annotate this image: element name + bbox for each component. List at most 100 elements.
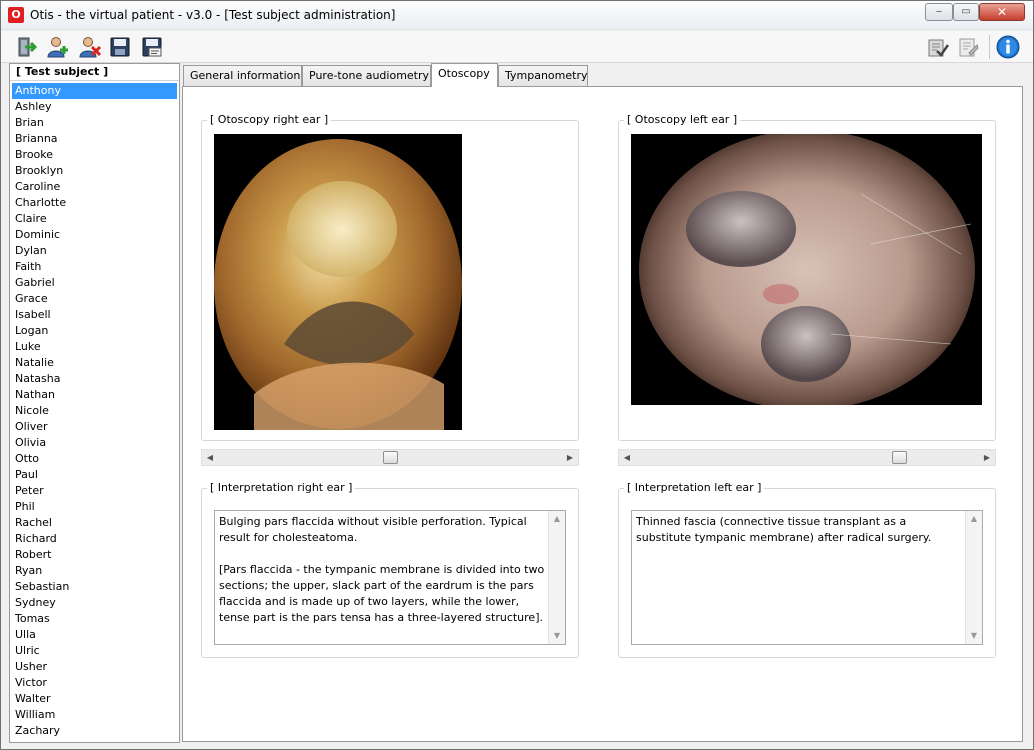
subject-list-item[interactable]: Rachel [12, 515, 177, 531]
subject-list-item[interactable]: Sydney [12, 595, 177, 611]
subject-list-item[interactable]: Gabriel [12, 275, 177, 291]
otoscopy-left-slider[interactable]: ◀ ▶ [618, 449, 996, 466]
subject-list-item[interactable]: Anthony [12, 83, 177, 99]
maximize-button[interactable]: ▭ [953, 3, 979, 21]
otoscopy-left-slider-thumb[interactable] [892, 451, 907, 464]
otoscopy-left-label: [ Otoscopy left ear ] [624, 113, 741, 126]
subject-list-item[interactable]: Peter [12, 483, 177, 499]
tab-otoscopy[interactable]: Otoscopy [431, 63, 498, 87]
remove-subject-button[interactable] [77, 34, 103, 60]
subject-list-item[interactable]: Ryan [12, 563, 177, 579]
tab-tympanometry[interactable]: Tympanometry [498, 65, 588, 87]
interpretation-left-paragraph: Thinned fascia (connective tissue transp… [636, 515, 932, 544]
tab-general-information[interactable]: General information [183, 65, 302, 87]
subject-list-item[interactable]: Phil [12, 499, 177, 515]
subject-list-item[interactable]: Ashley [12, 99, 177, 115]
close-button[interactable]: ✕ [979, 3, 1025, 21]
subject-list-item[interactable]: Natasha [12, 371, 177, 387]
subject-list-item[interactable]: Olivia [12, 435, 177, 451]
subject-list-item[interactable]: Faith [12, 259, 177, 275]
subject-list-item[interactable]: Zachary [12, 723, 177, 739]
subject-list-item[interactable]: Brian [12, 115, 177, 131]
scroll-up-arrow-icon[interactable]: ▲ [966, 511, 982, 527]
interpretation-right-group: [ Interpretation right ear ] Bulging par… [201, 481, 579, 658]
minimize-button[interactable]: ‒ [925, 3, 953, 21]
subject-panel: [ Test subject ] Anthony Ashley Brian Brian… [9, 63, 180, 743]
otoscopy-left-group: [ Otoscopy left ear ] [618, 113, 996, 441]
scroll-up-arrow-icon[interactable]: ▲ [549, 511, 565, 527]
toolbar-separator [989, 35, 990, 59]
scroll-down-arrow-icon[interactable]: ▼ [549, 628, 565, 644]
subject-list-item[interactable]: Charlotte [12, 195, 177, 211]
subject-list-item[interactable]: Otto [12, 451, 177, 467]
interpretation-right-label: [ Interpretation right ear ] [207, 481, 356, 494]
subject-list-item[interactable]: Brooke [12, 147, 177, 163]
interpretation-right-paragraph: [Pars flaccida - the tympanic membrane i… [219, 563, 545, 624]
subject-list-item[interactable]: Luke [12, 339, 177, 355]
scroll-down-arrow-icon[interactable]: ▼ [966, 628, 982, 644]
subject-list-item[interactable]: Dominic [12, 227, 177, 243]
otoscopy-right-image [214, 134, 462, 430]
subject-list-item[interactable]: Oliver [12, 419, 177, 435]
interpretation-right-text[interactable]: Bulging pars flaccida without visible pe… [214, 510, 566, 645]
interpretation-right-scrollbar[interactable]: ▲ ▼ [548, 511, 565, 644]
save-icon [110, 37, 130, 57]
toolbar [1, 31, 1033, 63]
subject-list-item[interactable]: Ulla [12, 627, 177, 643]
interpretation-left-label: [ Interpretation left ear ] [624, 481, 765, 494]
exit-icon [18, 37, 37, 57]
otoscopy-right-group: [ Otoscopy right ear ] [201, 113, 579, 441]
subject-list-item[interactable]: Grace [12, 291, 177, 307]
subject-list-item[interactable]: William [12, 707, 177, 723]
otoscopy-left-image [631, 134, 982, 405]
save-as-icon [142, 37, 162, 57]
edit-document-button[interactable] [955, 34, 981, 60]
slider-left-arrow-icon[interactable]: ◀ [202, 450, 218, 465]
interpretation-right-paragraph: Bulging pars flaccida without visible pe… [219, 515, 527, 544]
add-subject-button[interactable] [45, 34, 71, 60]
subject-list-item[interactable]: Caroline [12, 179, 177, 195]
info-icon [996, 35, 1020, 59]
slider-right-arrow-icon[interactable]: ▶ [562, 450, 578, 465]
app-logo-icon: O [8, 7, 24, 23]
slider-right-arrow-icon[interactable]: ▶ [979, 450, 995, 465]
info-button[interactable] [995, 34, 1021, 60]
subject-list-item[interactable]: Ulric [12, 643, 177, 659]
title-bar: O Otis - the virtual patient - v3.0 - [T… [1, 1, 1033, 30]
subject-list-item[interactable]: Tomas [12, 611, 177, 627]
otoscopy-panel: [ Otoscopy right ear ] [Otoscopy left e… [182, 86, 1023, 742]
subject-list-item[interactable]: Claire [12, 211, 177, 227]
add-user-icon [47, 37, 68, 58]
check-document-icon [928, 39, 949, 57]
otoscopy-right-slider-thumb[interactable] [383, 451, 398, 464]
interpretation-left-text[interactable]: Thinned fascia (connective tissue transp… [631, 510, 983, 645]
subject-list-item[interactable]: Logan [12, 323, 177, 339]
interpretation-left-scrollbar[interactable]: ▲ ▼ [965, 511, 982, 644]
subject-list-item[interactable]: Brianna [12, 131, 177, 147]
subject-list-item[interactable]: Nathan [12, 387, 177, 403]
subject-list-item[interactable]: Walter [12, 691, 177, 707]
subject-list-item[interactable]: Dylan [12, 243, 177, 259]
subject-list-item[interactable]: Natalie [12, 355, 177, 371]
slider-left-arrow-icon[interactable]: ◀ [619, 450, 635, 465]
otoscopy-right-label: [ Otoscopy right ear ] [207, 113, 332, 126]
subject-list-item[interactable]: Usher [12, 659, 177, 675]
check-document-button[interactable] [925, 34, 951, 60]
remove-user-icon [79, 37, 101, 58]
save-as-button[interactable] [139, 34, 165, 60]
subject-list-item[interactable]: Paul [12, 467, 177, 483]
app-window: O Otis - the virtual patient - v3.0 - [T… [0, 0, 1034, 750]
window-title: Otis - the virtual patient - v3.0 - [Tes… [30, 8, 396, 22]
exit-button[interactable] [13, 34, 39, 60]
subject-list-item[interactable]: Nicole [12, 403, 177, 419]
subject-list-item[interactable]: Richard [12, 531, 177, 547]
edit-document-icon [959, 38, 979, 57]
otoscopy-right-slider[interactable]: ◀ ▶ [201, 449, 579, 466]
subject-list-item[interactable]: Brooklyn [12, 163, 177, 179]
subject-list-item[interactable]: Sebastian [12, 579, 177, 595]
subject-list-item[interactable]: Isabell [12, 307, 177, 323]
subject-list-item[interactable]: Robert [12, 547, 177, 563]
save-button[interactable] [107, 34, 133, 60]
subject-list-item[interactable]: Victor [12, 675, 177, 691]
tab-pure-tone-audiometry[interactable]: Pure-tone audiometry [302, 65, 431, 87]
